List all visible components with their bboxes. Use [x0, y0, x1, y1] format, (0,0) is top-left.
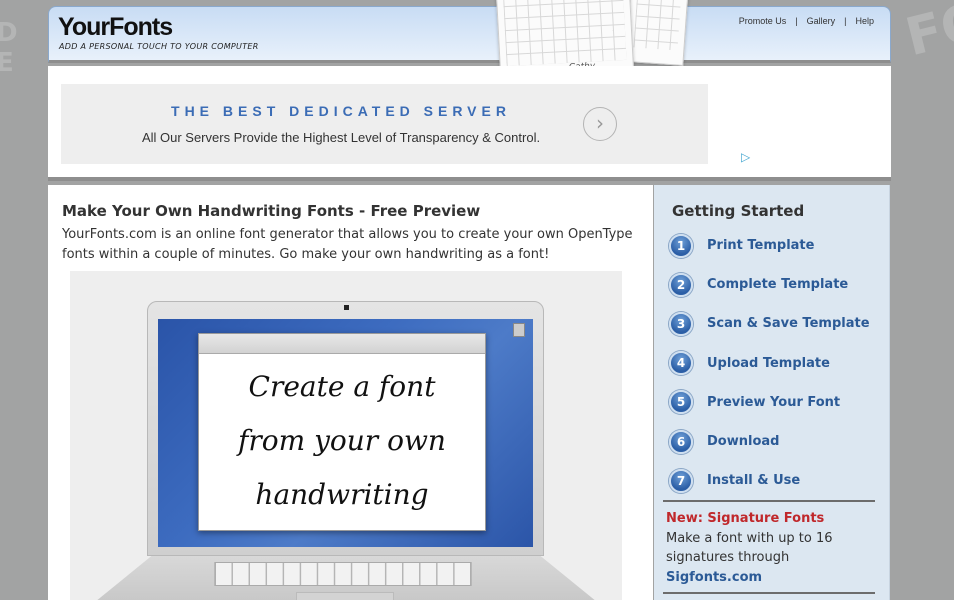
hero-laptop-image: Create a font from your own handwriting	[70, 271, 622, 600]
step-print-template[interactable]: 1 Print Template	[669, 226, 870, 265]
divider	[663, 592, 875, 594]
nav-help[interactable]: Help	[855, 16, 874, 26]
promo-title: New: Signature Fonts	[666, 511, 825, 526]
step-number-icon: 6	[669, 429, 693, 454]
step-number-icon: 5	[669, 390, 693, 415]
drive-icon	[513, 323, 525, 337]
template-grid	[502, 0, 627, 67]
keyboard	[214, 562, 472, 586]
hero-handwriting-text: Create a font from your own handwriting	[199, 354, 485, 522]
document-toolbar	[199, 334, 485, 354]
steps-list: 1 Print Template 2 Complete Template 3 Scan…	[669, 226, 870, 500]
step-number-icon: 7	[669, 468, 693, 493]
step-link[interactable]: Preview Your Font	[707, 395, 840, 410]
ad-description: All Our Servers Provide the Highest Leve…	[141, 130, 541, 145]
sidebar: Getting Started 1 Print Template 2 Complet…	[654, 185, 890, 600]
step-install-use[interactable]: 7 Install & Use	[669, 461, 870, 500]
step-number-icon: 3	[669, 311, 693, 336]
step-number-icon: 4	[669, 351, 693, 376]
top-nav: Promote Us | Gallery | Help	[739, 16, 874, 26]
step-number-icon: 1	[669, 233, 693, 258]
signature-fonts-promo: New: Signature Fonts Make a font with up…	[666, 509, 876, 587]
ad-container: THE BEST DEDICATED SERVER All Our Server…	[48, 66, 891, 181]
hero-line: from your own	[238, 424, 446, 457]
site-logo[interactable]: YourFonts	[58, 13, 173, 42]
divider	[663, 500, 875, 502]
background-decoration-right: FO	[900, 0, 954, 69]
nav-separator: |	[844, 16, 847, 26]
step-link[interactable]: Download	[707, 434, 779, 449]
step-scan-save-template[interactable]: 3 Scan & Save Template	[669, 304, 870, 343]
sidebar-title: Getting Started	[672, 202, 805, 220]
step-link[interactable]: Upload Template	[707, 356, 830, 371]
intro-text: YourFonts.com is an online font generato…	[62, 227, 633, 262]
chevron-right-icon[interactable]: ›	[583, 107, 617, 141]
main-content: Make Your Own Handwriting Fonts - Free P…	[48, 185, 653, 600]
step-link[interactable]: Scan & Save Template	[707, 316, 870, 331]
step-link[interactable]: Complete Template	[707, 277, 848, 292]
step-upload-template[interactable]: 4 Upload Template	[669, 344, 870, 383]
template-sheet-image-back	[625, 0, 689, 66]
hero-line: Create a font	[248, 370, 436, 403]
laptop-base	[90, 556, 602, 600]
site-tagline: ADD A PERSONAL TOUCH TO YOUR COMPUTER	[59, 42, 259, 51]
nav-separator: |	[795, 16, 798, 26]
step-number-icon: 2	[669, 272, 693, 297]
template-grid	[633, 0, 682, 51]
step-link[interactable]: Print Template	[707, 238, 814, 253]
nav-promote-us[interactable]: Promote Us	[739, 16, 787, 26]
step-preview-font[interactable]: 5 Preview Your Font	[669, 383, 870, 422]
ad-banner[interactable]: THE BEST DEDICATED SERVER All Our Server…	[61, 84, 708, 164]
adchoices-icon[interactable]: ▷	[741, 150, 750, 164]
step-download[interactable]: 6 Download	[669, 422, 870, 461]
trackpad	[296, 592, 394, 600]
laptop-screen: Create a font from your own handwriting	[158, 319, 533, 547]
site-header: YourFonts ADD A PERSONAL TOUCH TO YOUR C…	[48, 6, 891, 63]
step-complete-template[interactable]: 2 Complete Template	[669, 265, 870, 304]
ad-title: THE BEST DEDICATED SERVER	[171, 103, 511, 119]
background-decoration-left: D E	[0, 18, 24, 78]
camera-icon	[344, 305, 349, 310]
page-title: Make Your Own Handwriting Fonts - Free P…	[62, 202, 481, 220]
nav-gallery[interactable]: Gallery	[807, 16, 836, 26]
promo-text: Make a font with up to 16 signatures thr…	[666, 530, 833, 566]
document-window: Create a font from your own handwriting	[198, 333, 486, 531]
sigfonts-link[interactable]: Sigfonts.com	[666, 568, 876, 588]
laptop-lid: Create a font from your own handwriting	[147, 301, 544, 556]
step-link[interactable]: Install & Use	[707, 473, 800, 488]
hero-line: handwriting	[255, 478, 429, 511]
